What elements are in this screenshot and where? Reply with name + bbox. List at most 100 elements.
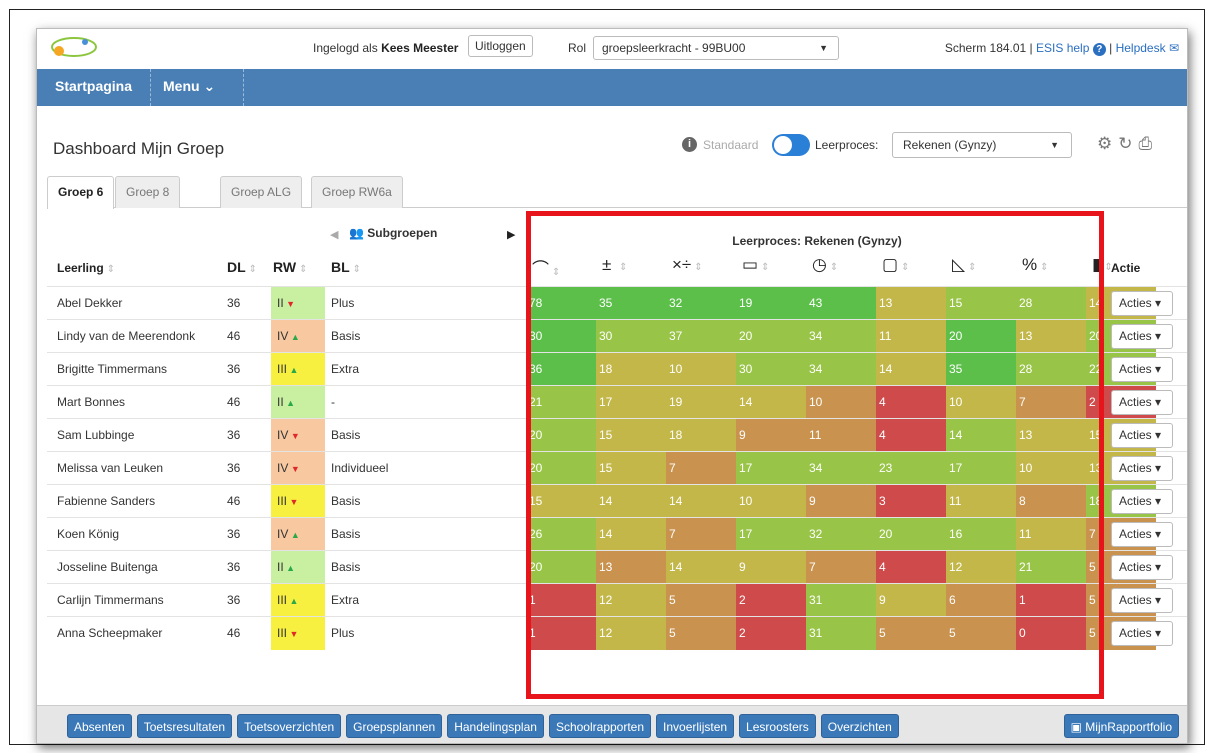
acties-button[interactable]: Acties ▾ — [1111, 291, 1173, 316]
score-cell[interactable]: 11 — [1016, 518, 1086, 551]
score-cell[interactable]: 17 — [736, 518, 806, 551]
student-name[interactable]: Abel Dekker — [57, 287, 222, 320]
score-cell[interactable]: 11 — [806, 419, 876, 452]
score-cell[interactable]: 20 — [736, 320, 806, 353]
score-cell[interactable]: 10 — [806, 386, 876, 419]
bottom-button-invoerlijsten[interactable]: Invoerlijsten — [656, 714, 735, 738]
score-cell[interactable]: 20 — [946, 320, 1016, 353]
student-name[interactable]: Lindy van de Meerendonk — [57, 320, 222, 353]
ruler-icon-sort[interactable]: ruler-icon◺⇕ — [952, 255, 1022, 275]
bottom-button-toetsresultaten[interactable]: Toetsresultaten — [136, 714, 233, 738]
rol-select[interactable]: groepsleerkracht - 99BU00 ▼ — [593, 36, 839, 60]
score-cell[interactable]: 19 — [736, 287, 806, 320]
score-cell[interactable]: 14 — [876, 353, 946, 386]
score-cell[interactable]: 2 — [736, 584, 806, 617]
score-cell[interactable]: 11 — [946, 485, 1016, 518]
score-cell[interactable]: 19 — [666, 386, 736, 419]
logout-button[interactable]: Uitloggen — [468, 35, 533, 57]
mijnrapportfolio-button[interactable]: ▣ MijnRapportfolio — [1063, 714, 1179, 738]
nav-menu[interactable]: Menu ⌄ — [163, 78, 215, 95]
acties-button[interactable]: Acties ▾ — [1111, 522, 1173, 547]
nav-startpagina[interactable]: Startpagina — [55, 78, 132, 94]
score-cell[interactable]: 12 — [946, 551, 1016, 584]
tab-groep-alg[interactable]: Groep ALG — [220, 176, 303, 208]
score-cell[interactable]: 10 — [736, 485, 806, 518]
score-cell[interactable]: 20 — [526, 551, 596, 584]
score-cell[interactable]: 30 — [526, 320, 596, 353]
student-name[interactable]: Fabienne Sanders — [57, 485, 222, 518]
subgroep-prev-icon[interactable]: ◀ — [330, 228, 338, 241]
bottom-button-absenten[interactable]: Absenten — [67, 714, 132, 738]
subgroep-next-icon[interactable]: ▶ — [507, 228, 515, 241]
score-cell[interactable]: 36 — [526, 353, 596, 386]
score-cell[interactable]: 20 — [526, 419, 596, 452]
acties-button[interactable]: Acties ▾ — [1111, 390, 1173, 415]
score-cell[interactable]: 14 — [666, 485, 736, 518]
score-cell[interactable]: 15 — [596, 452, 666, 485]
arc-icon-sort[interactable]: arc-icon⌒⇕ — [532, 255, 602, 280]
score-cell[interactable]: 14 — [736, 386, 806, 419]
score-cell[interactable]: 10 — [946, 386, 1016, 419]
score-cell[interactable]: 15 — [596, 419, 666, 452]
score-cell[interactable]: 1 — [1016, 584, 1086, 617]
score-cell[interactable]: 26 — [526, 518, 596, 551]
score-cell[interactable]: 5 — [666, 584, 736, 617]
score-cell[interactable]: 10 — [1016, 452, 1086, 485]
score-cell[interactable]: 8 — [1016, 485, 1086, 518]
score-cell[interactable]: 0 — [1016, 617, 1086, 650]
score-cell[interactable]: 34 — [806, 452, 876, 485]
acties-button[interactable]: Acties ▾ — [1111, 423, 1173, 448]
score-cell[interactable]: 30 — [736, 353, 806, 386]
col-rw[interactable]: RW ⇕ — [273, 259, 307, 275]
student-name[interactable]: Sam Lubbinge — [57, 419, 222, 452]
score-cell[interactable]: 10 — [666, 353, 736, 386]
score-cell[interactable]: 7 — [666, 518, 736, 551]
student-name[interactable]: Anna Scheepmaker — [57, 617, 222, 650]
clock-icon-sort[interactable]: clock-icon◷⇕ — [812, 255, 882, 275]
score-cell[interactable]: 21 — [1016, 551, 1086, 584]
col-leerling[interactable]: Leerling ⇕ — [57, 261, 115, 275]
score-cell[interactable]: 4 — [876, 419, 946, 452]
score-cell[interactable]: 14 — [946, 419, 1016, 452]
score-cell[interactable]: 9 — [736, 419, 806, 452]
score-cell[interactable]: 78 — [526, 287, 596, 320]
score-cell[interactable]: 9 — [806, 485, 876, 518]
score-cell[interactable]: 7 — [666, 452, 736, 485]
student-name[interactable]: Josseline Buitenga — [57, 551, 222, 584]
score-cell[interactable]: 13 — [1016, 419, 1086, 452]
score-cell[interactable]: 28 — [1016, 287, 1086, 320]
col-dl[interactable]: DL ⇕ — [227, 259, 257, 275]
acties-button[interactable]: Acties ▾ — [1111, 555, 1173, 580]
student-name[interactable]: Mart Bonnes — [57, 386, 222, 419]
view-toggle[interactable] — [772, 134, 810, 156]
score-cell[interactable]: 9 — [736, 551, 806, 584]
score-cell[interactable]: 20 — [526, 452, 596, 485]
info-icon[interactable]: i — [682, 137, 697, 152]
score-cell[interactable]: 17 — [736, 452, 806, 485]
student-name[interactable]: Koen König — [57, 518, 222, 551]
score-cell[interactable]: 28 — [1016, 353, 1086, 386]
score-cell[interactable]: 43 — [806, 287, 876, 320]
score-cell[interactable]: 2 — [736, 617, 806, 650]
bottom-button-handelingsplan[interactable]: Handelingsplan — [447, 714, 544, 738]
score-cell[interactable]: 5 — [666, 617, 736, 650]
student-name[interactable]: Carlijn Timmermans — [57, 584, 222, 617]
score-cell[interactable]: 37 — [666, 320, 736, 353]
score-cell[interactable]: 30 — [596, 320, 666, 353]
acties-button[interactable]: Acties ▾ — [1111, 456, 1173, 481]
refresh-icon[interactable]: ↻ — [1118, 134, 1138, 153]
score-cell[interactable]: 13 — [1016, 320, 1086, 353]
score-cell[interactable]: 12 — [596, 617, 666, 650]
bottom-button-groepsplannen[interactable]: Groepsplannen — [346, 714, 443, 738]
score-cell[interactable]: 17 — [946, 452, 1016, 485]
score-cell[interactable]: 14 — [596, 518, 666, 551]
score-cell[interactable]: 35 — [596, 287, 666, 320]
score-cell[interactable]: 1 — [526, 584, 596, 617]
print-icon[interactable]: ⎙ — [1139, 134, 1159, 153]
score-cell[interactable]: 13 — [876, 287, 946, 320]
score-cell[interactable]: 11 — [876, 320, 946, 353]
esis-help-link[interactable]: ESIS help — [1036, 41, 1089, 55]
score-cell[interactable]: 21 — [526, 386, 596, 419]
score-cell[interactable]: 4 — [876, 386, 946, 419]
acties-button[interactable]: Acties ▾ — [1111, 621, 1173, 646]
